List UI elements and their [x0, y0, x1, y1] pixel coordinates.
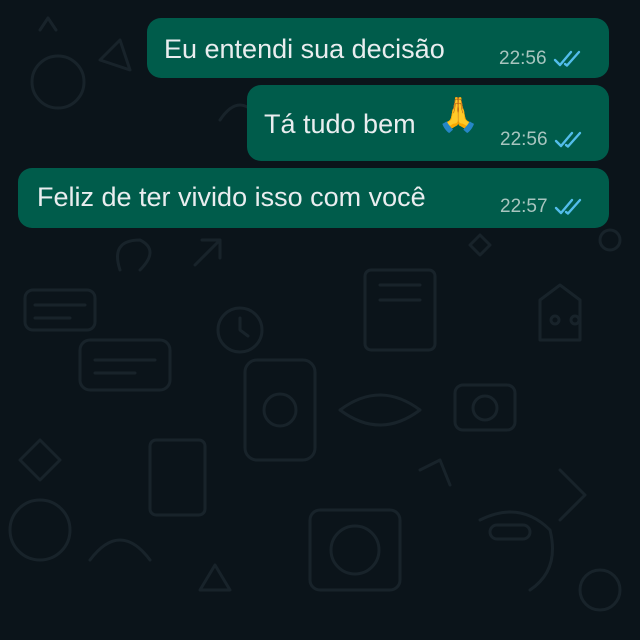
message-meta: 22:56 — [499, 48, 583, 70]
double-check-read-icon — [554, 198, 584, 216]
outgoing-message-bubble[interactable]: Tá tudo bem 🙏 22:56 — [247, 85, 609, 161]
double-check-read-icon — [554, 131, 584, 149]
double-check-read-icon — [553, 50, 583, 68]
message-text: Feliz de ter vivido isso com você — [37, 182, 426, 212]
message-text: Eu entendi sua decisão — [164, 34, 445, 64]
outgoing-message-bubble[interactable]: Eu entendi sua decisão 22:56 — [147, 18, 609, 78]
chat-screen: Eu entendi sua decisão 22:56 Tá tudo bem… — [0, 0, 640, 640]
message-text: Tá tudo bem — [264, 109, 416, 139]
message-meta: 22:56 — [500, 129, 584, 151]
message-timestamp: 22:56 — [499, 48, 547, 69]
message-timestamp: 22:56 — [500, 129, 548, 150]
folded-hands-emoji: 🙏 — [437, 96, 480, 134]
message-timestamp: 22:57 — [500, 196, 548, 217]
outgoing-message-bubble[interactable]: Feliz de ter vivido isso com você 22:57 — [18, 168, 609, 228]
message-meta: 22:57 — [500, 196, 584, 218]
